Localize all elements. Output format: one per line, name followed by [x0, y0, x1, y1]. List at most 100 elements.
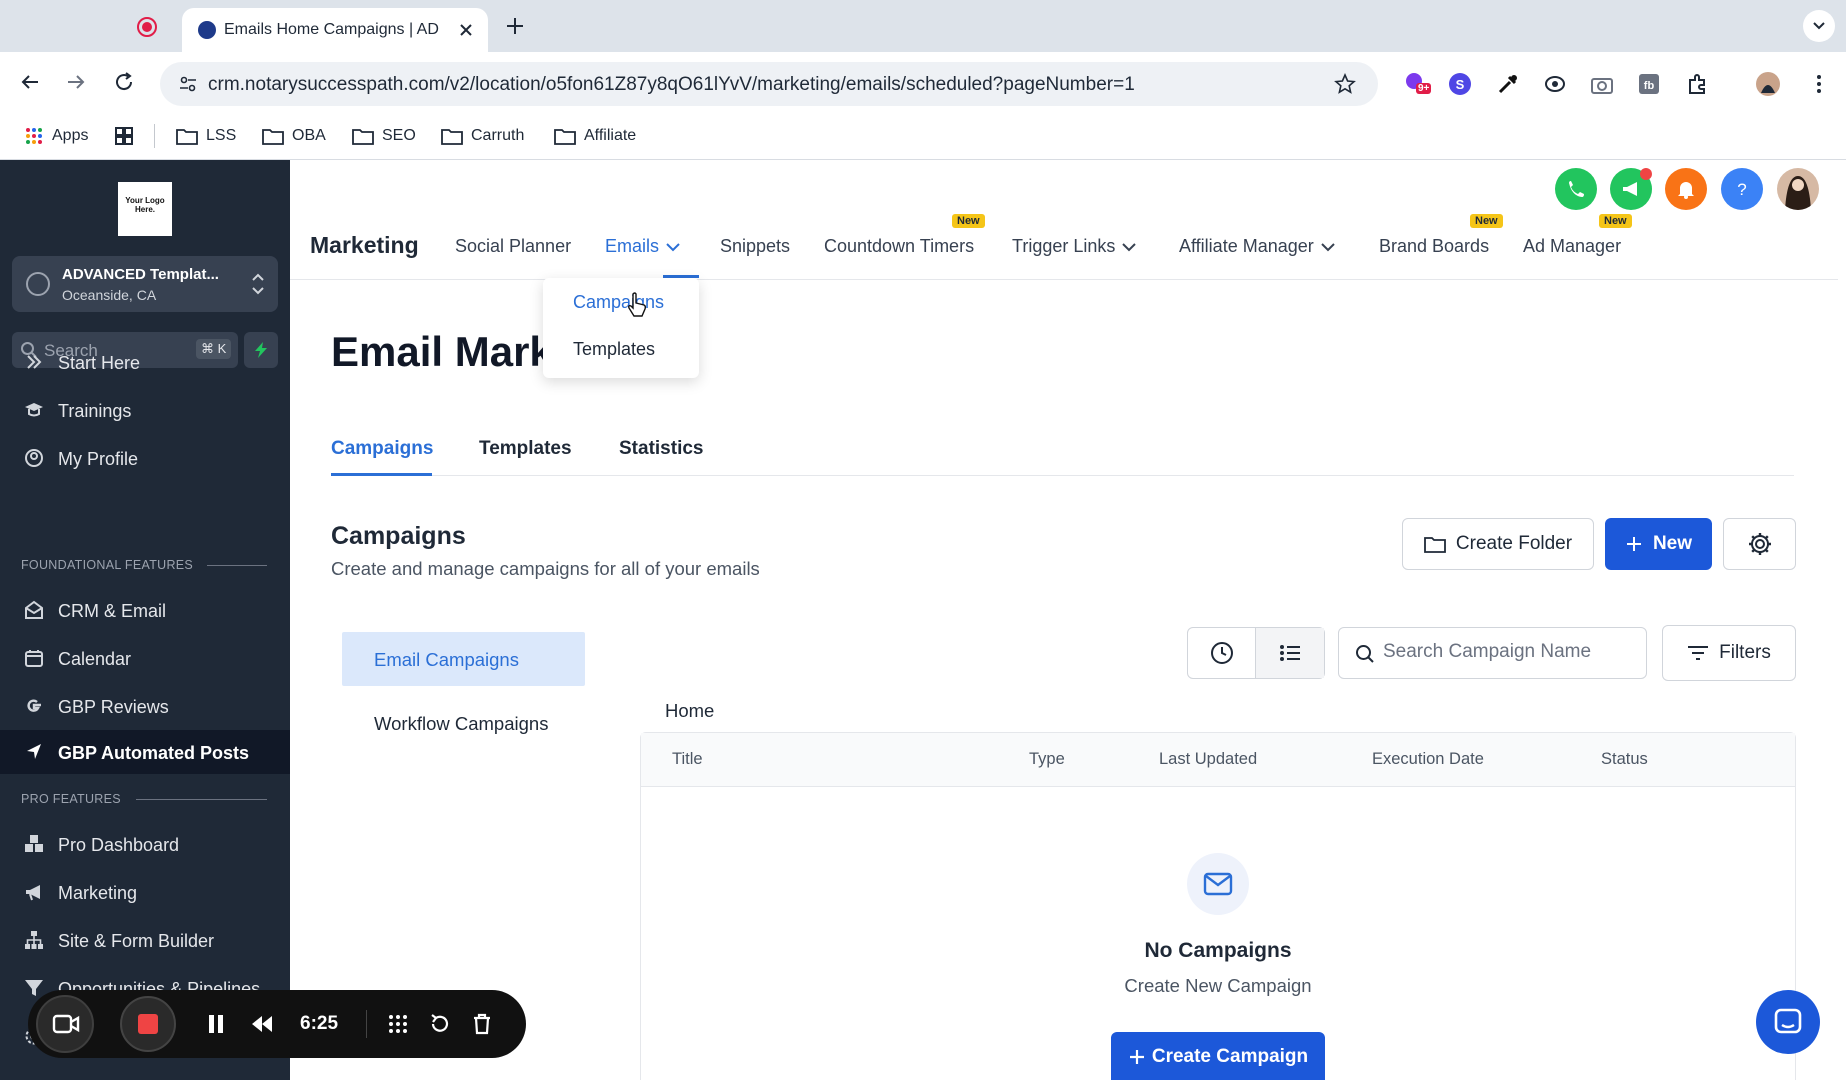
sidebar-item-site-form-builder[interactable]: Site & Form Builder — [0, 918, 290, 962]
tab-groups-icon[interactable] — [114, 126, 134, 146]
sidebar-item-start-here[interactable]: Start Here — [0, 340, 290, 384]
browser-toolbar: crm.notarysuccesspath.com/v2/location/o5… — [0, 52, 1846, 112]
sidebar-item-pro-dashboard[interactable]: Pro Dashboard — [0, 822, 290, 866]
sidebar-item-my-profile[interactable]: My Profile — [0, 436, 290, 480]
new-button[interactable]: New — [1605, 518, 1712, 570]
bookmark-folder-seo[interactable]: SEO — [352, 124, 416, 148]
dropdown-item-campaigns[interactable]: Campaigns — [573, 292, 664, 313]
reload-icon[interactable] — [112, 70, 136, 94]
content-tabs: Campaigns Templates Statistics — [331, 434, 1794, 476]
nav-label: Social Planner — [455, 236, 572, 256]
tab-campaigns[interactable]: Campaigns — [331, 438, 433, 460]
bookmark-folder-oba[interactable]: OBA — [262, 124, 326, 148]
sidebar-section-foundational: FOUNDATIONAL FEATURES — [21, 558, 194, 572]
account-switcher[interactable]: ADVANCED Templat... Oceanside, CA — [12, 256, 278, 312]
eyedropper-icon[interactable] — [1495, 71, 1521, 97]
megaphone-icon — [26, 885, 40, 901]
nav-brand-boards[interactable]: Brand Boards New — [1379, 214, 1503, 257]
forward-arrow-icon[interactable] — [64, 70, 88, 94]
column-status[interactable]: Status — [1601, 750, 1648, 769]
plus-icon — [1626, 537, 1641, 551]
trash-icon[interactable] — [470, 1012, 494, 1036]
phone-button[interactable] — [1555, 168, 1597, 210]
browser-menu-icon[interactable] — [1806, 71, 1832, 97]
sidebar-item-calendar[interactable]: Calendar — [0, 636, 290, 680]
extension-badge-icon[interactable]: 9+ — [1402, 71, 1432, 97]
extensions-puzzle-icon[interactable] — [1685, 71, 1711, 97]
new-tab-icon[interactable] — [503, 14, 527, 38]
create-campaign-button[interactable]: Create Campaign — [1111, 1032, 1325, 1080]
address-bar[interactable]: crm.notarysuccesspath.com/v2/location/o5… — [160, 62, 1378, 106]
site-settings-icon[interactable] — [178, 74, 198, 94]
announcements-button[interactable] — [1610, 168, 1652, 210]
campaign-search-input[interactable] — [1383, 641, 1633, 663]
dropdown-item-templates[interactable]: Templates — [573, 339, 655, 360]
grid-dots-icon[interactable] — [386, 1012, 410, 1036]
chevron-down-icon — [1122, 242, 1137, 251]
account-name: ADVANCED Templat... — [62, 266, 219, 283]
extension-fb-icon[interactable]: fb — [1636, 71, 1662, 97]
marketing-nav: Marketing Social Planner Emails Snippets… — [290, 214, 1838, 280]
bookmarks-bar: Apps LSS OBA SEO Carruth Affiliate — [0, 112, 1846, 160]
nav-countdown-timers[interactable]: Countdown Timers New — [824, 214, 985, 257]
extension-s-icon[interactable]: S — [1447, 71, 1473, 97]
sidebar-item-gbp-automated-posts[interactable]: GBP Automated Posts — [0, 730, 290, 774]
video-camera-icon — [52, 1014, 80, 1034]
bookmark-label: Apps — [52, 127, 89, 144]
new-badge: New — [1599, 214, 1632, 228]
bookmark-folder-lss[interactable]: LSS — [176, 124, 236, 148]
camera-icon[interactable] — [1589, 71, 1615, 97]
browser-tab[interactable]: Emails Home Campaigns | AD — [182, 8, 488, 52]
megaphone-icon — [1623, 182, 1637, 196]
sidebar-item-crm-email[interactable]: CRM & Email — [0, 588, 290, 632]
bookmark-star-icon[interactable] — [1334, 73, 1356, 95]
chat-widget-button[interactable] — [1756, 990, 1820, 1054]
bookmark-folder-carruth[interactable]: Carruth — [441, 124, 524, 148]
create-folder-button[interactable]: Create Folder — [1402, 518, 1594, 570]
stop-recording-button[interactable] — [120, 996, 176, 1052]
breadcrumb[interactable]: Home — [665, 700, 714, 722]
rewind-icon[interactable] — [250, 1012, 274, 1036]
camera-toggle-button[interactable] — [36, 995, 94, 1053]
column-execution-date[interactable]: Execution Date — [1372, 750, 1484, 769]
help-button[interactable]: ? — [1721, 168, 1763, 210]
tab-statistics[interactable]: Statistics — [619, 438, 703, 460]
filters-button[interactable]: Filters — [1662, 625, 1796, 681]
profile-avatar-icon[interactable] — [1755, 71, 1781, 97]
email-campaigns-nav[interactable]: Email Campaigns — [342, 632, 585, 686]
new-label: New — [1652, 533, 1693, 554]
restart-icon[interactable] — [428, 1012, 452, 1036]
extension-eye-icon[interactable] — [1542, 71, 1568, 97]
bookmark-folder-affiliate[interactable]: Affiliate — [554, 124, 636, 148]
google-g-icon — [27, 699, 41, 712]
user-avatar[interactable] — [1777, 168, 1819, 210]
nav-emails[interactable]: Emails — [605, 236, 681, 257]
pause-icon[interactable] — [204, 1012, 228, 1036]
nav-ad-manager[interactable]: Ad Manager New — [1523, 214, 1632, 257]
column-type[interactable]: Type — [1029, 750, 1065, 769]
close-tab-icon[interactable] — [456, 20, 476, 40]
envelope-icon — [1203, 872, 1233, 896]
sidebar-item-trainings[interactable]: Trainings — [0, 388, 290, 432]
search-icon — [1356, 645, 1374, 663]
tab-templates[interactable]: Templates — [479, 438, 572, 460]
column-last-updated[interactable]: Last Updated — [1159, 750, 1257, 769]
list-view-button[interactable] — [1256, 628, 1324, 678]
column-title[interactable]: Title — [672, 750, 703, 769]
bookmark-apps[interactable]: Apps — [24, 124, 88, 148]
sidebar-item-gbp-reviews[interactable]: GBP Reviews — [0, 684, 290, 728]
tab-search-button[interactable] — [1803, 10, 1835, 42]
recent-view-button[interactable] — [1188, 628, 1256, 678]
settings-button[interactable] — [1723, 518, 1796, 570]
sidebar-item-marketing[interactable]: Marketing — [0, 870, 290, 914]
workflow-campaigns-nav[interactable]: Workflow Campaigns — [374, 713, 548, 735]
chevrons-right-icon — [27, 355, 42, 369]
back-arrow-icon[interactable] — [18, 70, 42, 94]
nav-snippets[interactable]: Snippets — [720, 236, 790, 257]
nav-affiliate-manager[interactable]: Affiliate Manager — [1179, 236, 1336, 257]
nav-trigger-links[interactable]: Trigger Links — [1012, 236, 1137, 257]
campaign-search[interactable] — [1338, 627, 1647, 679]
nav-label: Brand Boards — [1379, 236, 1490, 256]
notifications-button[interactable] — [1665, 168, 1707, 210]
nav-social-planner[interactable]: Social Planner — [455, 236, 571, 257]
